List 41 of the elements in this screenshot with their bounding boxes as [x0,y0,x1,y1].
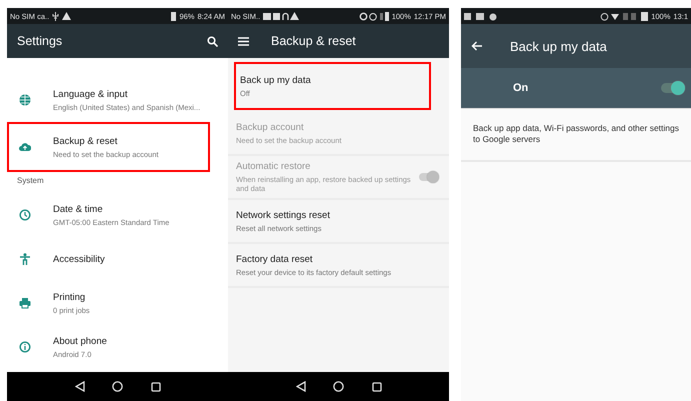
item-title: Factory data reset [236,254,314,264]
settings-item[interactable]: Accessibility [7,237,228,281]
item-title: Backup account [236,122,305,132]
item-title: Backup & reset [53,136,118,146]
status-icons [600,12,648,20]
recents-icon[interactable] [372,382,382,392]
item-title: About phone [53,336,107,346]
section-header: System [16,175,45,187]
back-icon[interactable] [296,381,306,392]
item-title: Language & input [53,88,128,100]
clock-icon [19,209,31,221]
toggle-switch[interactable] [661,83,683,93]
switch-label: On [513,82,528,94]
back-icon[interactable] [74,381,84,392]
notification-icons [464,12,498,20]
search-icon[interactable] [207,36,218,46]
item-title: Accessibility [53,254,105,264]
home-icon[interactable] [333,381,344,392]
status-icons [358,12,389,20]
person-icon [19,253,31,265]
info-icon [19,341,31,353]
battery-icon [171,12,176,20]
printer-icon [19,297,31,309]
toolbar-title: Back up my data [510,38,607,54]
menu-icon[interactable] [238,36,249,46]
item-title: Automatic restore [236,161,312,172]
switch-bar[interactable]: On [461,68,691,109]
home-icon[interactable] [112,381,123,392]
usb-icon [52,12,60,20]
item-title: Date & time [53,204,104,214]
globe-icon [19,94,31,106]
item-title: Network settings reset [236,210,331,220]
toolbar-title: Backup & reset [271,34,356,48]
item-title: Back up my data [240,74,312,86]
item-title: Printing [53,292,86,302]
cloud-icon [19,141,31,153]
back-arrow-icon[interactable] [471,41,482,51]
toolbar-title: Settings [17,34,62,48]
description-text: Back up app data, Wi-Fi passwords, and other settings to Google servers [461,109,691,162]
warning-icon [62,12,72,20]
recents-icon[interactable] [150,382,160,392]
